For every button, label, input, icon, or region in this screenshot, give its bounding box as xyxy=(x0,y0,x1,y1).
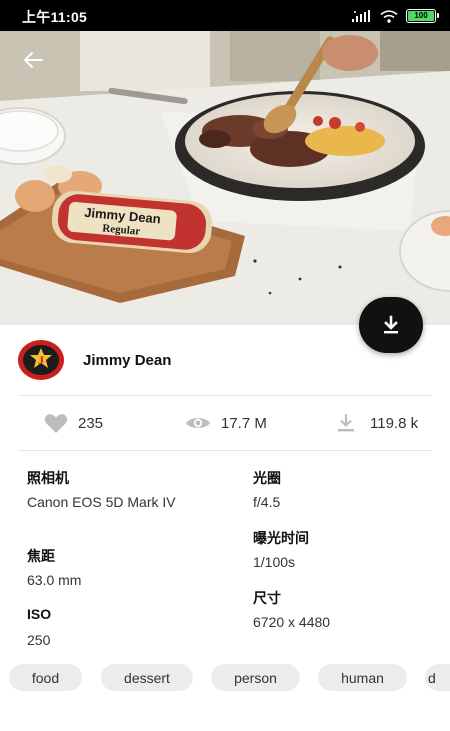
download-button[interactable] xyxy=(359,297,423,353)
wifi-icon xyxy=(380,9,398,23)
aperture-value: f/4.5 xyxy=(253,494,281,510)
downloads-stat: 119.8 k xyxy=(337,396,418,450)
arrow-left-icon xyxy=(24,52,43,68)
eye-icon xyxy=(186,418,210,428)
battery-level: 100 xyxy=(408,11,434,21)
views-count: 17.7 M xyxy=(221,414,267,432)
tag-chip[interactable]: food xyxy=(9,664,82,691)
iso-value: 250 xyxy=(27,632,51,648)
size-label: 尺寸 xyxy=(253,590,281,606)
size-value: 6720 x 4480 xyxy=(253,614,331,630)
views-stat: 17.7 M xyxy=(185,396,267,450)
divider xyxy=(18,450,432,451)
camera-value: Canon EOS 5D Mark IV xyxy=(27,494,176,510)
status-bar: 上午11:05 100 xyxy=(0,0,450,31)
tag-list[interactable]: food dessert person human d xyxy=(0,664,450,692)
likes-count: 235 xyxy=(78,414,104,432)
battery-icon: 100 xyxy=(406,9,439,23)
camera-label: 照相机 xyxy=(27,470,69,486)
status-icons: 100 xyxy=(352,8,439,24)
likes-stat[interactable]: 235 xyxy=(44,396,103,450)
avatar-letter: J xyxy=(38,353,44,367)
jimmy-dean-logo-icon: J xyxy=(18,340,64,380)
stats-row: 235 17.7 M 119.8 k xyxy=(18,396,432,450)
signal-icon xyxy=(352,10,370,22)
back-button[interactable] xyxy=(18,45,48,75)
status-time: 上午11:05 xyxy=(22,9,88,25)
iso-label: ISO xyxy=(27,606,52,622)
exposure-value: 1/100s xyxy=(253,554,296,570)
download-count-icon xyxy=(338,414,354,432)
downloads-count: 119.8 k xyxy=(370,414,419,432)
aperture-label: 光圈 xyxy=(253,470,281,486)
hero-photo[interactable]: Jimmy Dean Regular xyxy=(0,31,450,325)
focal-length-label: 焦距 xyxy=(27,548,55,564)
download-icon xyxy=(384,315,398,334)
heart-icon[interactable] xyxy=(44,413,68,434)
tag-chip[interactable]: d xyxy=(425,664,450,691)
food-photo-illustration: Jimmy Dean Regular xyxy=(0,31,450,325)
author-row[interactable]: J Jimmy Dean xyxy=(18,339,171,381)
author-name[interactable]: Jimmy Dean xyxy=(83,352,171,369)
focal-length-value: 63.0 mm xyxy=(27,572,82,588)
avatar[interactable]: J xyxy=(18,340,64,380)
tag-chip[interactable]: human xyxy=(318,664,407,691)
tag-chip[interactable]: dessert xyxy=(101,664,193,691)
tag-chip[interactable]: person xyxy=(211,664,300,691)
exposure-label: 曝光时间 xyxy=(253,530,309,546)
